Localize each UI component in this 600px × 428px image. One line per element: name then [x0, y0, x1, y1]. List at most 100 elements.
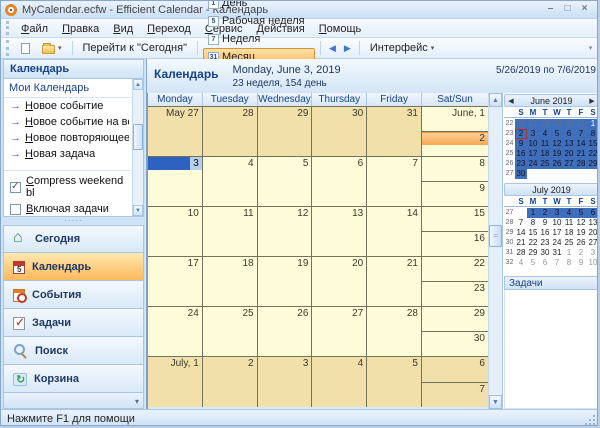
mini-day-cell[interactable]: 21 [575, 149, 587, 159]
day-cell[interactable]: 20 [312, 257, 368, 306]
checkbox-checked[interactable] [10, 181, 21, 193]
mini-day-cell[interactable]: 28 [575, 159, 587, 169]
day-cell[interactable]: 28 [367, 307, 422, 356]
nav-button-2[interactable]: События [3, 281, 144, 309]
day-cell[interactable]: 5 [257, 157, 313, 206]
checkbox-row-0[interactable]: Compress weekend bl [4, 173, 131, 201]
mini-day-cell[interactable]: 2 [515, 129, 527, 139]
next-period-button[interactable]: ▶ [341, 42, 354, 55]
day-cell[interactable]: 13 [312, 207, 368, 256]
mini-day-cell[interactable]: 15 [587, 139, 597, 149]
mini-day-cell[interactable]: 4 [515, 258, 527, 268]
sidebar-link-1[interactable]: → Новое событие на весь де [4, 114, 131, 130]
mini-day-cell[interactable]: 24 [527, 159, 539, 169]
mini-day-cell[interactable]: 1 [587, 119, 597, 129]
sat-half-cell[interactable]: 15 [421, 207, 488, 232]
mini-day-cell[interactable]: 26 [515, 119, 527, 129]
mini-day-cell[interactable]: 28 [515, 248, 527, 258]
mini-day-cell[interactable]: 6 [587, 208, 597, 218]
maximize-button[interactable]: □ [559, 3, 576, 16]
sat-half-cell[interactable]: 8 [421, 157, 488, 182]
mini-day-cell[interactable]: 11 [539, 139, 551, 149]
mini-day-cell[interactable]: 30 [539, 248, 551, 258]
day-cell[interactable]: 12 [257, 207, 313, 256]
prev-period-button[interactable]: ◀ [326, 42, 339, 55]
scrollbar-thumb[interactable]: = [489, 225, 502, 247]
sun-half-cell[interactable]: 30 [421, 332, 488, 356]
mini-day-cell[interactable]: 29 [587, 159, 597, 169]
day-cell[interactable]: 11 [202, 207, 258, 256]
mini-day-cell[interactable]: 1 [527, 208, 539, 218]
day-cell[interactable]: 14 [367, 207, 422, 256]
sidebar-link-2[interactable]: → Новое повторяющееся со [4, 130, 131, 146]
open-file-button[interactable]: ▾ [37, 40, 67, 57]
mini-day-cell[interactable]: 13 [563, 139, 575, 149]
checkbox-row-1[interactable]: Включая задачи [4, 201, 131, 216]
nav-button-4[interactable]: Поиск [3, 337, 144, 365]
day-cell[interactable]: 17 [148, 257, 203, 306]
day-cell[interactable]: 25 [202, 307, 258, 356]
day-cell[interactable]: 29 [257, 107, 313, 156]
goto-today-button[interactable]: Перейти к "Сегодня" [78, 39, 192, 57]
mini-day-cell[interactable]: 17 [527, 149, 539, 159]
sun-half-cell[interactable]: 7 [421, 382, 488, 407]
toolbar-overflow-button[interactable]: ▾ [585, 45, 596, 52]
day-cell[interactable]: 7 [367, 157, 422, 206]
mini-day-cell[interactable]: 5 [575, 208, 587, 218]
my-calendars-item[interactable]: Мои Календарь [4, 79, 131, 98]
menu-item-4[interactable]: Переход [140, 21, 198, 37]
mini-day-cell[interactable]: 11 [563, 218, 575, 228]
day-cell[interactable]: 26 [257, 307, 313, 356]
new-file-button[interactable] [16, 40, 35, 57]
mini-day-cell[interactable]: 21 [515, 238, 527, 248]
scrollbar-thumb[interactable] [133, 124, 143, 150]
day-cell[interactable]: 4 [202, 157, 258, 206]
mini-day-cell[interactable]: 9 [575, 258, 587, 268]
day-cell[interactable]: 3 [148, 157, 203, 206]
mini-day-cell[interactable]: 25 [563, 238, 575, 248]
day-cell[interactable]: 19 [257, 257, 313, 306]
day-cell[interactable]: 21 [367, 257, 422, 306]
nav-button-0[interactable]: Сегодня [3, 225, 144, 253]
mini-day-cell[interactable]: 26 [575, 238, 587, 248]
sidebar-link-0[interactable]: → Новое событие [4, 98, 131, 114]
mini-day-cell[interactable]: 10 [551, 218, 563, 228]
mini-day-cell[interactable]: 26 [551, 159, 563, 169]
mini-day-cell[interactable]: 8 [563, 258, 575, 268]
mini-day-cell[interactable]: 10 [587, 258, 597, 268]
mini-day-cell[interactable]: 8 [527, 218, 539, 228]
mini-day-cell[interactable]: 12 [575, 218, 587, 228]
mini-day-cell[interactable]: 19 [575, 228, 587, 238]
mini-day-cell[interactable]: 23 [539, 238, 551, 248]
view-button-2[interactable]: 7 Неделя [203, 30, 315, 48]
mini-day-cell[interactable]: 3 [527, 129, 539, 139]
menu-item-2[interactable]: Правка [55, 21, 106, 37]
day-cell[interactable]: 28 [202, 107, 258, 156]
menu-item-7[interactable]: Помощь [312, 21, 369, 37]
mini-day-cell[interactable]: 9 [515, 139, 527, 149]
mini-day-cell[interactable]: 27 [527, 119, 539, 129]
sun-half-cell[interactable]: 23 [421, 282, 488, 306]
mini-day-cell[interactable]: 31 [551, 248, 563, 258]
nav-button-5[interactable]: Корзина [3, 365, 144, 393]
view-button-0[interactable]: 1 День [203, 1, 315, 12]
day-cell[interactable]: 4 [312, 357, 368, 407]
scroll-down-icon[interactable]: ▼ [133, 205, 143, 216]
view-button-1[interactable]: 5 Рабочая неделя [203, 12, 315, 30]
mini-day-cell[interactable]: 15 [527, 228, 539, 238]
mini-day-cell[interactable]: 28 [539, 119, 551, 129]
sidebar-splitter[interactable]: ····· [3, 217, 144, 225]
mini-day-cell[interactable]: 5 [551, 129, 563, 139]
sat-half-cell[interactable]: June, 1 [421, 107, 488, 132]
checkbox-unchecked[interactable] [10, 203, 21, 215]
mini-day-cell[interactable]: 5 [527, 258, 539, 268]
day-cell[interactable]: 5 [367, 357, 422, 407]
mini-day-cell[interactable]: 30 [515, 169, 527, 179]
day-cell[interactable]: May 27 [148, 107, 203, 156]
scroll-up-icon[interactable]: ▲ [489, 93, 502, 107]
mini-day-cell[interactable]: 20 [563, 149, 575, 159]
day-cell[interactable]: 18 [202, 257, 258, 306]
nav-button-3[interactable]: Задачи [3, 309, 144, 337]
tasks-panel-header[interactable]: Задачи [504, 276, 597, 290]
mini-day-cell[interactable]: 24 [551, 238, 563, 248]
